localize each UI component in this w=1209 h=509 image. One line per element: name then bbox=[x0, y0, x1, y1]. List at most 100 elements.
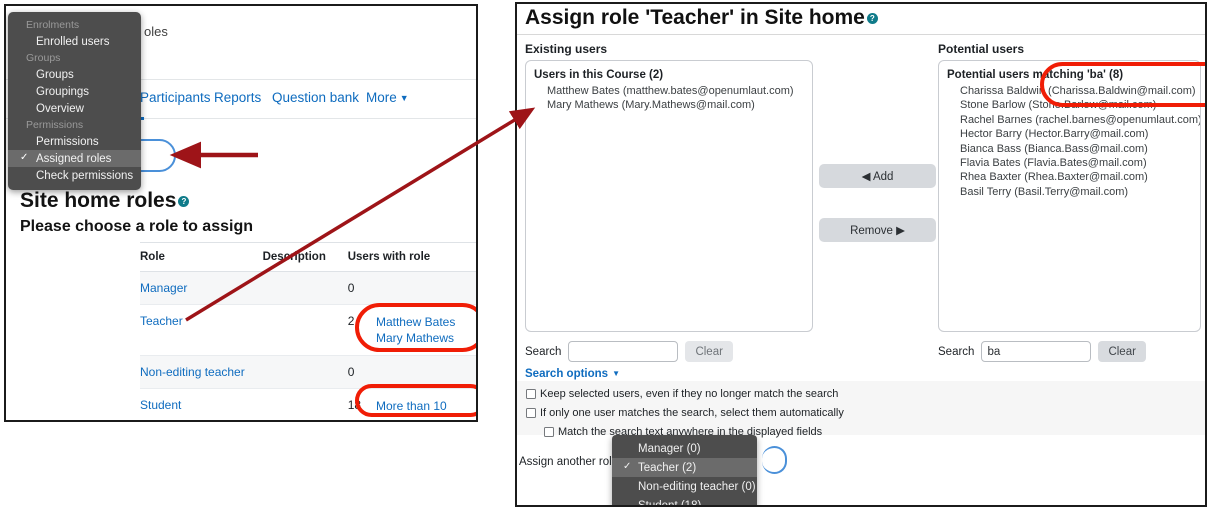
role-description bbox=[262, 355, 348, 389]
user-link[interactable]: More than 10 bbox=[376, 398, 474, 414]
tab-more-label: More bbox=[366, 90, 397, 105]
role-users: More than 10 bbox=[375, 388, 476, 420]
list-item[interactable]: Stone Barlow (Stone.Barlow@mail.com) bbox=[947, 98, 1192, 112]
role-description bbox=[262, 304, 348, 356]
potential-clear-button[interactable]: Clear bbox=[1098, 341, 1146, 362]
tab-reports[interactable]: Reports bbox=[214, 90, 261, 105]
role-option-label: Non-editing teacher (0) bbox=[638, 480, 756, 493]
option-select-single-match[interactable]: If only one user matches the search, sel… bbox=[526, 407, 844, 419]
menu-item-label: Assigned roles bbox=[36, 152, 112, 165]
screenshot-root: oles Participants Reports Question bank … bbox=[0, 0, 1209, 509]
option-keep-selected-users[interactable]: Keep selected users, even if they no lon… bbox=[526, 388, 838, 400]
menu-item-label: Overview bbox=[36, 102, 84, 115]
list-item[interactable]: Matthew Bates (matthew.bates@openumlaut.… bbox=[534, 84, 804, 98]
menu-item-assigned-roles[interactable]: ✓ Assigned roles bbox=[8, 150, 141, 167]
title-divider bbox=[517, 34, 1205, 35]
existing-users-label: Existing users bbox=[525, 42, 608, 56]
table-header-row: Role Description Users with role bbox=[140, 242, 476, 272]
table-row[interactable]: Manager 0 bbox=[140, 271, 476, 305]
menu-item-permissions[interactable]: Permissions bbox=[8, 133, 141, 150]
checkbox-icon[interactable] bbox=[526, 408, 536, 418]
menu-item-groups[interactable]: Groups bbox=[8, 66, 141, 83]
tab-question-bank[interactable]: Question bank bbox=[272, 90, 359, 105]
role-users: Matthew Bates Mary Mathews bbox=[375, 304, 476, 356]
potential-search-input[interactable] bbox=[981, 341, 1092, 362]
existing-search-input[interactable] bbox=[568, 341, 679, 362]
column-header-role: Role bbox=[140, 242, 263, 272]
role-users bbox=[375, 271, 476, 305]
checkmark-icon: ✓ bbox=[20, 152, 29, 163]
add-button[interactable]: ◀ Add bbox=[819, 164, 936, 188]
tab-more[interactable]: More ▼ bbox=[366, 90, 409, 105]
menu-item-label: Groups bbox=[36, 68, 74, 81]
table-row[interactable]: Teacher 2 Matthew Bates Mary Mathews bbox=[140, 304, 476, 356]
assign-role-title: Assign role 'Teacher' in Site home? bbox=[525, 6, 878, 30]
list-item[interactable]: Hector Barry (Hector.Barry@mail.com) bbox=[947, 127, 1192, 141]
checkmark-icon: ✓ bbox=[623, 461, 632, 472]
table-row[interactable]: Student 18 More than 10 bbox=[140, 388, 476, 420]
column-header-users-with-role: Users with role bbox=[347, 242, 476, 272]
remove-button[interactable]: Remove ▶ bbox=[819, 218, 936, 242]
role-link-manager[interactable]: Manager bbox=[140, 271, 263, 305]
existing-users-listbox[interactable]: Users in this Course (2) Matthew Bates (… bbox=[525, 60, 813, 332]
menu-item-label: Groupings bbox=[36, 85, 90, 98]
menu-item-label: Check permissions bbox=[36, 169, 134, 182]
existing-search-row: Search Clear bbox=[525, 341, 733, 362]
role-option-teacher[interactable]: ✓ Teacher (2) bbox=[612, 458, 757, 477]
assign-another-role-select-highlight[interactable] bbox=[762, 446, 787, 474]
role-user-count: 18 bbox=[347, 388, 376, 420]
assign-role-title-text: Assign role 'Teacher' in Site home bbox=[525, 6, 865, 29]
role-option-student[interactable]: Student (18) bbox=[612, 496, 757, 506]
list-item[interactable]: Charissa Baldwin (Charissa.Baldwin@mail.… bbox=[947, 84, 1196, 98]
list-item[interactable]: Basil Terry (Basil.Terry@mail.com) bbox=[947, 185, 1192, 199]
role-dropdown-menu[interactable]: Manager (0) ✓ Teacher (2) Non-editing tea… bbox=[612, 435, 757, 506]
potential-users-label: Potential users bbox=[938, 42, 1025, 56]
menu-item-groupings[interactable]: Groupings bbox=[8, 83, 141, 100]
list-item[interactable]: Rachel Barnes (rachel.barnes@openumlaut.… bbox=[947, 113, 1200, 127]
help-circle-icon[interactable]: ? bbox=[178, 196, 190, 207]
role-link-non-editing-teacher[interactable]: Non-editing teacher bbox=[140, 355, 263, 389]
potential-users-listbox[interactable]: Potential users matching 'ba' (8) Charis… bbox=[938, 60, 1201, 332]
existing-clear-button[interactable]: Clear bbox=[685, 341, 733, 362]
menu-group-groups: Groups bbox=[26, 52, 61, 64]
roles-table: Role Description Users with role Manager… bbox=[140, 242, 476, 420]
page-subtitle: Please choose a role to assign bbox=[20, 218, 253, 235]
option-label: If only one user matches the search, sel… bbox=[540, 407, 844, 419]
assign-another-role-label: Assign another role bbox=[519, 456, 619, 468]
role-users bbox=[375, 355, 476, 389]
help-circle-icon[interactable]: ? bbox=[866, 13, 878, 24]
existing-search-label: Search bbox=[525, 345, 562, 358]
user-link[interactable]: Mary Mathews bbox=[376, 330, 474, 346]
role-option-manager[interactable]: Manager (0) bbox=[612, 439, 757, 458]
checkbox-icon[interactable] bbox=[544, 427, 554, 437]
participants-context-menu[interactable]: Enrolments Enrolled users Groups Groups … bbox=[8, 12, 141, 190]
role-user-count: 0 bbox=[347, 355, 376, 389]
existing-group-header: Users in this Course (2) bbox=[534, 69, 664, 81]
menu-group-enrolments: Enrolments bbox=[26, 19, 80, 31]
role-option-label: Manager (0) bbox=[638, 442, 701, 455]
list-item[interactable]: Mary Mathews (Mary.Mathews@mail.com) bbox=[534, 98, 804, 112]
role-link-teacher[interactable]: Teacher bbox=[140, 304, 263, 356]
menu-item-check-permissions[interactable]: Check permissions bbox=[8, 167, 141, 184]
list-item[interactable]: Flavia Bates (Flavia.Bates@mail.com) bbox=[947, 156, 1192, 170]
search-options-label: Search options bbox=[525, 368, 609, 380]
chevron-down-icon: ▼ bbox=[399, 93, 409, 103]
search-options-toggle[interactable]: Search options ▼ bbox=[525, 368, 620, 380]
menu-item-enrolled-users[interactable]: Enrolled users bbox=[8, 33, 141, 50]
role-description bbox=[262, 388, 348, 420]
role-user-count: 2 bbox=[347, 304, 376, 356]
checkbox-icon[interactable] bbox=[526, 389, 536, 399]
menu-item-label: Enrolled users bbox=[36, 35, 110, 48]
breadcrumb: oles bbox=[144, 24, 168, 39]
role-option-non-editing-teacher[interactable]: Non-editing teacher (0) bbox=[612, 477, 757, 496]
list-item[interactable]: Rhea Baxter (Rhea.Baxter@mail.com) bbox=[947, 170, 1192, 184]
tab-participants[interactable]: Participants bbox=[140, 90, 211, 105]
user-link[interactable]: Matthew Bates bbox=[376, 314, 474, 330]
list-item[interactable]: Bianca Bass (Bianca.Bass@mail.com) bbox=[947, 142, 1192, 156]
chevron-down-icon: ▼ bbox=[612, 368, 620, 378]
table-row[interactable]: Non-editing teacher 0 bbox=[140, 355, 476, 389]
menu-item-overview[interactable]: Overview bbox=[8, 100, 141, 117]
potential-group-header: Potential users matching 'ba' (8) bbox=[947, 69, 1124, 81]
role-link-student[interactable]: Student bbox=[140, 388, 263, 420]
role-user-count: 0 bbox=[347, 271, 376, 305]
